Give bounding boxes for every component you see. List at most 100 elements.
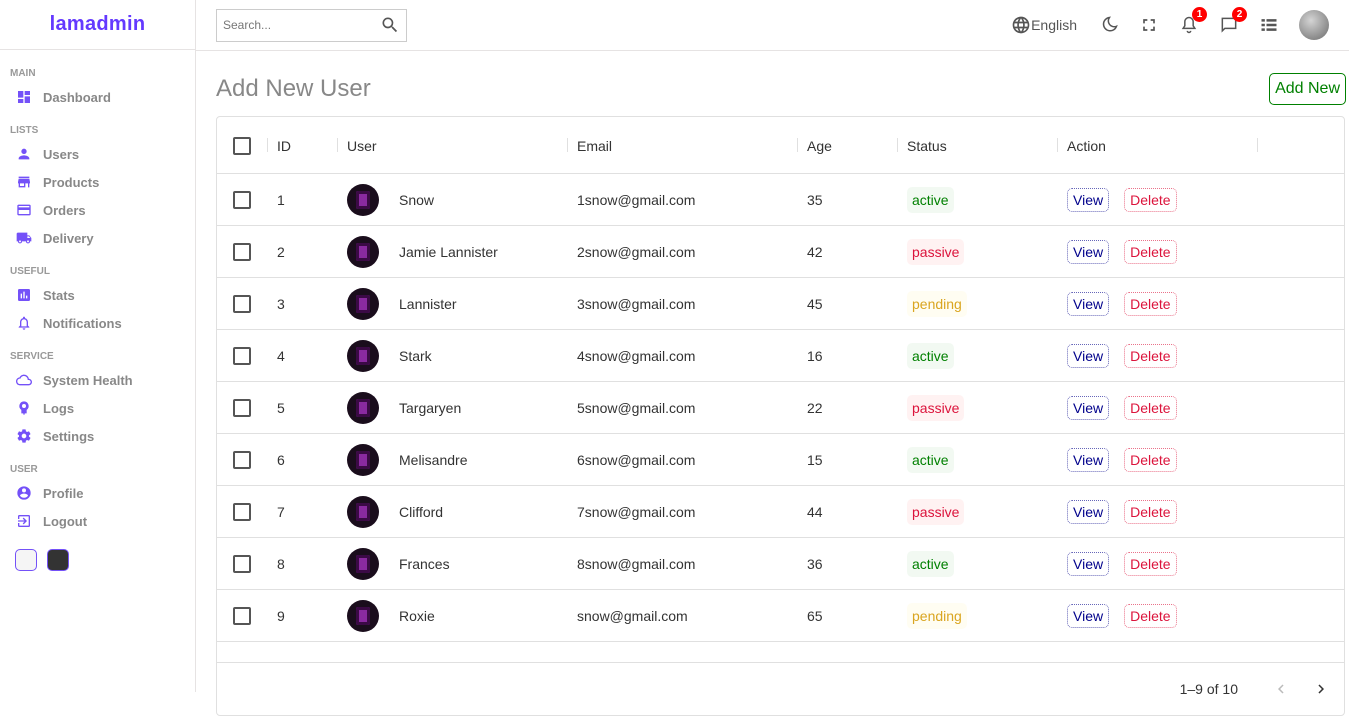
- sidebar-item-dashboard[interactable]: Dashboard: [0, 83, 195, 111]
- user-name: Stark: [399, 348, 432, 364]
- cell-action: View Delete: [1067, 174, 1177, 226]
- column-separator[interactable]: [797, 138, 798, 152]
- sidebar-item-stats[interactable]: Stats: [0, 281, 195, 309]
- sidebar-item-logs[interactable]: Logs: [0, 394, 195, 422]
- row-checkbox[interactable]: [233, 555, 251, 573]
- row-checkbox[interactable]: [233, 607, 251, 625]
- delete-button[interactable]: Delete: [1124, 344, 1177, 368]
- column-separator[interactable]: [267, 138, 268, 152]
- row-checkbox[interactable]: [233, 451, 251, 469]
- fullscreen-button[interactable]: [1139, 15, 1159, 35]
- cell-action: View Delete: [1067, 330, 1177, 382]
- table-row[interactable]: 5 Targaryen 5snow@gmail.com 22 passive V…: [217, 382, 1344, 434]
- sidebar-item-orders[interactable]: Orders: [0, 196, 195, 224]
- view-button[interactable]: View: [1067, 604, 1110, 628]
- row-checkbox[interactable]: [233, 243, 251, 261]
- column-separator[interactable]: [897, 138, 898, 152]
- sidebar-item-delivery[interactable]: Delivery: [0, 224, 195, 252]
- globe-icon: [1012, 16, 1030, 34]
- view-button[interactable]: View: [1067, 448, 1110, 472]
- user-avatar-button[interactable]: [1299, 10, 1329, 40]
- column-header-age[interactable]: Age: [807, 117, 832, 174]
- row-checkbox[interactable]: [233, 295, 251, 313]
- column-header-action[interactable]: Action: [1067, 117, 1106, 174]
- status-badge: active: [907, 187, 954, 213]
- navbar-actions: English 1 2: [991, 7, 1329, 40]
- add-new-button[interactable]: Add New: [1269, 73, 1346, 105]
- row-checkbox[interactable]: [233, 347, 251, 365]
- table-row[interactable]: 6 Melisandre 6snow@gmail.com 15 active V…: [217, 434, 1344, 486]
- column-separator[interactable]: [1257, 138, 1258, 152]
- cell-email: snow@gmail.com: [577, 608, 688, 624]
- table-row[interactable]: 9 Roxie snow@gmail.com 65 pending View D…: [217, 590, 1344, 642]
- column-header-email[interactable]: Email: [577, 117, 612, 174]
- delete-button[interactable]: Delete: [1124, 396, 1177, 420]
- status-badge: active: [907, 447, 954, 473]
- language-label: English: [1031, 17, 1077, 33]
- cell-age: 15: [807, 452, 823, 468]
- column-header-id[interactable]: ID: [277, 117, 291, 174]
- user-avatar: [347, 392, 379, 424]
- row-checkbox[interactable]: [233, 191, 251, 209]
- sidebar-item-profile[interactable]: Profile: [0, 479, 195, 507]
- sidebar-item-notifications[interactable]: Notifications: [0, 309, 195, 337]
- view-button[interactable]: View: [1067, 552, 1110, 576]
- delete-button[interactable]: Delete: [1124, 448, 1177, 472]
- select-all-checkbox[interactable]: [233, 136, 251, 155]
- dark-mode-toggle[interactable]: [1099, 15, 1119, 35]
- table-row[interactable]: 3 Lannister 3snow@gmail.com 45 pending V…: [217, 278, 1344, 330]
- search-input[interactable]: [223, 18, 373, 32]
- cell-id: 2: [277, 244, 285, 260]
- delete-button[interactable]: Delete: [1124, 552, 1177, 576]
- row-select-cell: [233, 590, 251, 642]
- sidebar-item-label: Products: [43, 174, 100, 190]
- sidebar-item-products[interactable]: Products: [0, 168, 195, 196]
- sidebar-item-settings[interactable]: Settings: [0, 422, 195, 450]
- view-button[interactable]: View: [1067, 396, 1110, 420]
- list-icon: [1261, 19, 1277, 31]
- search-icon[interactable]: [380, 15, 400, 35]
- sidebar-item-system-health[interactable]: System Health: [0, 366, 195, 394]
- row-checkbox[interactable]: [233, 399, 251, 417]
- row-select-cell: [233, 434, 251, 486]
- view-button[interactable]: View: [1067, 240, 1110, 264]
- list-view-button[interactable]: [1259, 15, 1279, 35]
- cell-email: 3snow@gmail.com: [577, 296, 696, 312]
- notifications-button[interactable]: 1: [1179, 7, 1207, 35]
- cell-user: Frances: [347, 538, 450, 590]
- cell-user: Stark: [347, 330, 432, 382]
- store-icon: [15, 173, 33, 191]
- row-checkbox[interactable]: [233, 503, 251, 521]
- column-separator[interactable]: [1057, 138, 1058, 152]
- table-row[interactable]: 2 Jamie Lannister 2snow@gmail.com 42 pas…: [217, 226, 1344, 278]
- language-selector[interactable]: English: [1011, 15, 1077, 35]
- column-header-user[interactable]: User: [347, 117, 377, 174]
- logo[interactable]: lamadmin: [0, 0, 195, 50]
- column-header-status[interactable]: Status: [907, 117, 947, 174]
- messages-button[interactable]: 2: [1219, 7, 1247, 35]
- delete-button[interactable]: Delete: [1124, 500, 1177, 524]
- sidebar-item-users[interactable]: Users: [0, 140, 195, 168]
- view-button[interactable]: View: [1067, 344, 1110, 368]
- column-separator[interactable]: [337, 138, 338, 152]
- column-separator[interactable]: [567, 138, 568, 152]
- previous-page-button[interactable]: [1270, 678, 1292, 700]
- delete-button[interactable]: Delete: [1124, 604, 1177, 628]
- table-row[interactable]: 1 Snow 1snow@gmail.com 35 active View De…: [217, 174, 1344, 226]
- cell-status: passive: [907, 226, 965, 278]
- delete-button[interactable]: Delete: [1124, 292, 1177, 316]
- app-name[interactable]: lamadmin: [50, 13, 146, 36]
- sidebar-item-logout[interactable]: Logout: [0, 507, 195, 535]
- delete-button[interactable]: Delete: [1124, 188, 1177, 212]
- table-row[interactable]: 4 Stark 4snow@gmail.com 16 active View D…: [217, 330, 1344, 382]
- table-row[interactable]: 7 Clifford 7snow@gmail.com 44 passive Vi…: [217, 486, 1344, 538]
- view-button[interactable]: View: [1067, 500, 1110, 524]
- dark-theme-option[interactable]: [47, 549, 69, 571]
- cell-email: 8snow@gmail.com: [577, 556, 696, 572]
- light-theme-option[interactable]: [15, 549, 37, 571]
- table-row[interactable]: 8 Frances 8snow@gmail.com 36 active View…: [217, 538, 1344, 590]
- view-button[interactable]: View: [1067, 188, 1110, 212]
- view-button[interactable]: View: [1067, 292, 1110, 316]
- delete-button[interactable]: Delete: [1124, 240, 1177, 264]
- next-page-button[interactable]: [1310, 678, 1332, 700]
